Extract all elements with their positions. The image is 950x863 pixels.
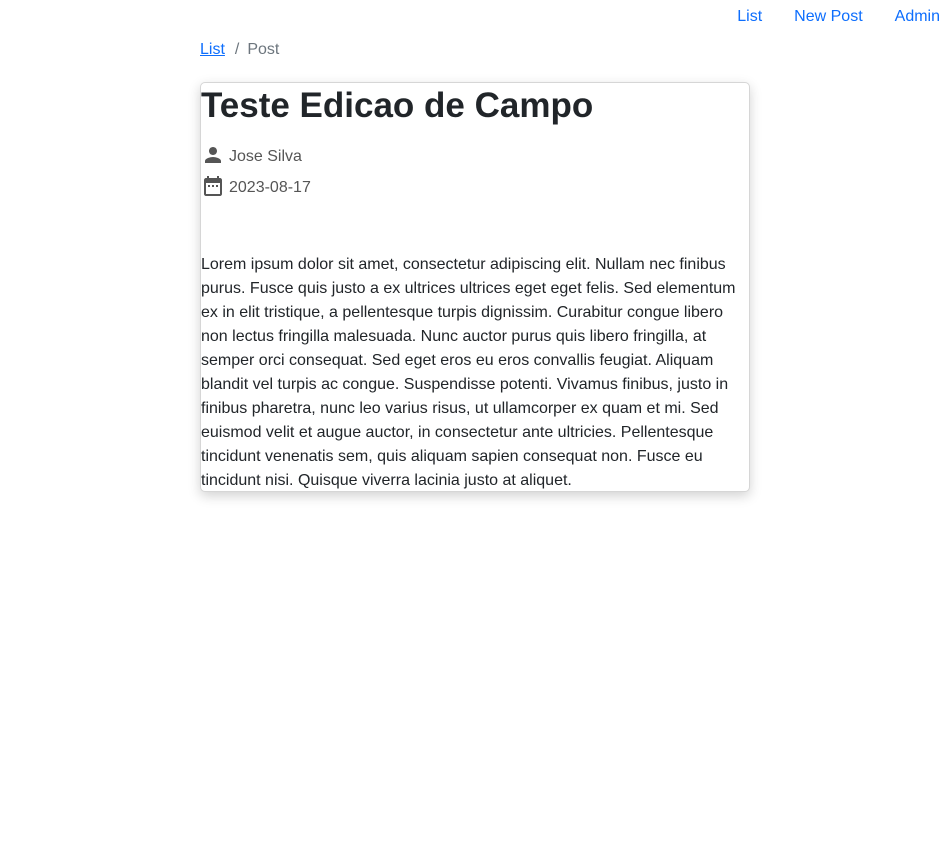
post-date-row: 2023-08-17: [201, 174, 311, 198]
calendar-icon: [201, 174, 225, 198]
post-body: Lorem ipsum dolor sit amet, consectetur …: [201, 256, 736, 489]
post-author-row: Jose Silva: [201, 143, 302, 167]
post-author: Jose Silva: [229, 148, 302, 165]
post-date: 2023-08-17: [229, 179, 311, 196]
nav-admin-link[interactable]: Admin: [895, 6, 940, 28]
breadcrumb: List / Post: [200, 39, 279, 61]
breadcrumb-current: Post: [247, 41, 280, 58]
breadcrumb-list-link[interactable]: List: [200, 39, 225, 61]
top-nav: List New Post Admin: [737, 6, 940, 28]
nav-list-link[interactable]: List: [737, 6, 762, 28]
post-title: Teste Edicao de Campo: [201, 86, 594, 125]
person-icon: [201, 143, 225, 167]
post-card: Teste Edicao de Campo Jose Silva 2023-08…: [200, 82, 750, 492]
breadcrumb-separator: /: [234, 41, 240, 58]
nav-new-post-link[interactable]: New Post: [794, 6, 862, 28]
